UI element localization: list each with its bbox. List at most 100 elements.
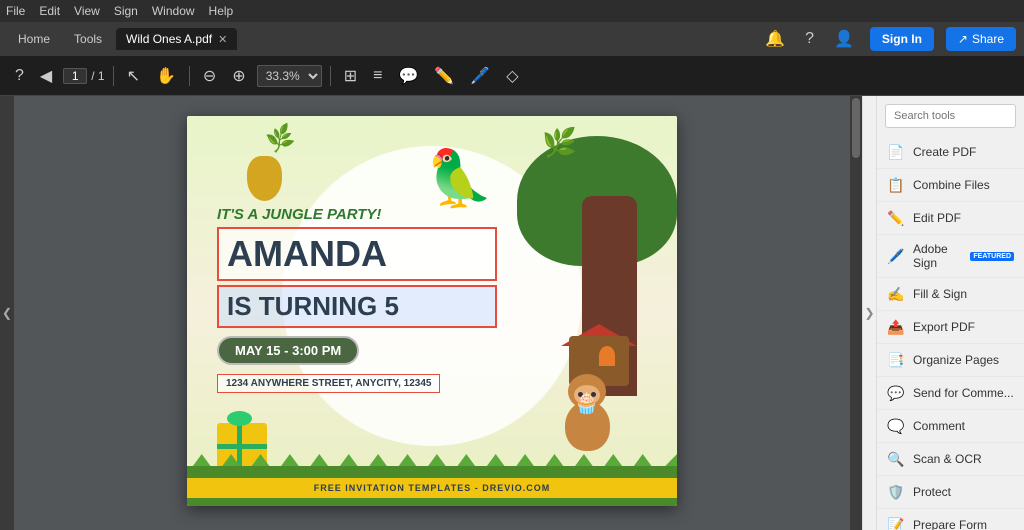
account-icon[interactable]: 👤 bbox=[830, 27, 858, 51]
tool-item-export-pdf[interactable]: 📤 Export PDF bbox=[877, 311, 1024, 344]
gift-ribbon-vertical bbox=[237, 423, 242, 468]
date-pill: MAY 15 - 3:00 PM bbox=[217, 336, 359, 365]
menu-window[interactable]: Window bbox=[152, 4, 195, 18]
menu-bar: File Edit View Sign Window Help bbox=[0, 0, 1024, 22]
scan-ocr-icon: 🔍 bbox=[887, 450, 905, 468]
protect-label: Protect bbox=[913, 485, 951, 499]
tool-item-combine-files[interactable]: 📋 Combine Files bbox=[877, 169, 1024, 202]
gift-ribbon-horizontal bbox=[217, 444, 267, 449]
combine-files-label: Combine Files bbox=[913, 178, 990, 192]
notification-icon[interactable]: 🔔 bbox=[761, 27, 789, 51]
comment-tool-icon: 🗨️ bbox=[887, 417, 905, 435]
bottom-banner-text: FREE INVITATION TEMPLATES - DREVIO.COM bbox=[314, 483, 551, 493]
address-box: 1234 ANYWHERE STREET, ANYCITY, 12345 bbox=[217, 374, 440, 393]
right-arrow-icon: ❯ bbox=[864, 306, 874, 320]
gift-bow bbox=[227, 411, 252, 426]
right-panel-toggle[interactable]: ❯ bbox=[862, 96, 876, 530]
help-toolbar-icon[interactable]: ? bbox=[10, 64, 29, 88]
invitation-background: 🌿 🌿 🦜 bbox=[187, 116, 677, 506]
tab-close-icon[interactable]: ✕ bbox=[218, 33, 227, 46]
adobe-sign-label: Adobe Sign bbox=[913, 242, 962, 270]
view-mode-icon[interactable]: ⊞ bbox=[339, 63, 362, 89]
create-pdf-label: Create PDF bbox=[913, 145, 976, 159]
left-arrow-icon: ❮ bbox=[2, 306, 12, 320]
menu-sign[interactable]: Sign bbox=[114, 4, 138, 18]
right-panel: 📄 Create PDF 📋 Combine Files ✏️ Edit PDF… bbox=[876, 96, 1024, 530]
search-tools-input[interactable] bbox=[885, 104, 1016, 128]
prepare-form-icon: 📝 bbox=[887, 516, 905, 530]
protect-icon: 🛡️ bbox=[887, 483, 905, 501]
toolbar-separator-3 bbox=[330, 66, 331, 86]
highlight-icon[interactable]: 🖊️ bbox=[465, 63, 495, 89]
tool-item-protect[interactable]: 🛡️ Protect bbox=[877, 476, 1024, 509]
tool-item-adobe-sign[interactable]: 🖊️ Adobe Sign FEATURED bbox=[877, 235, 1024, 278]
left-panel-toggle[interactable]: ❮ bbox=[0, 96, 14, 530]
invite-text-block: IT'S A JUNGLE PARTY! AMANDA IS TURNING 5… bbox=[217, 206, 497, 393]
pdf-viewer-area[interactable]: 🌿 🌿 🦜 bbox=[14, 96, 850, 530]
scrolling-mode-icon[interactable]: ≡ bbox=[368, 64, 387, 88]
share-icon: ↗ bbox=[958, 32, 968, 46]
menu-edit[interactable]: Edit bbox=[39, 4, 60, 18]
tool-item-comment[interactable]: 🗨️ Comment bbox=[877, 410, 1024, 443]
organize-pages-label: Organize Pages bbox=[913, 353, 999, 367]
menu-help[interactable]: Help bbox=[209, 4, 234, 18]
help-icon[interactable]: ? bbox=[801, 28, 818, 50]
scrollbar-thumb[interactable] bbox=[852, 98, 860, 158]
turning-box: IS TURNING 5 bbox=[217, 285, 497, 328]
send-comment-icon: 💬 bbox=[887, 384, 905, 402]
tab-home[interactable]: Home bbox=[8, 28, 60, 50]
tab-bar: Home Tools Wild Ones A.pdf ✕ 🔔 ? 👤 Sign … bbox=[0, 22, 1024, 56]
tool-item-fill-sign[interactable]: ✍️ Fill & Sign bbox=[877, 278, 1024, 311]
tool-item-send-comment[interactable]: 💬 Send for Comme... bbox=[877, 377, 1024, 410]
fill-sign-label: Fill & Sign bbox=[913, 287, 967, 301]
pdf-document: 🌿 🌿 🦜 bbox=[187, 116, 677, 506]
page-navigation: / 1 bbox=[63, 68, 104, 84]
menu-view[interactable]: View bbox=[74, 4, 100, 18]
select-tool-icon[interactable]: ↖ bbox=[122, 63, 145, 89]
featured-badge: FEATURED bbox=[970, 252, 1014, 261]
adobe-sign-icon: 🖊️ bbox=[887, 247, 905, 265]
combine-files-icon: 📋 bbox=[887, 176, 905, 194]
draw-icon[interactable]: ✏️ bbox=[429, 63, 459, 89]
beehive bbox=[247, 156, 282, 201]
navigate-back-icon[interactable]: ◀ bbox=[35, 63, 57, 89]
share-label: Share bbox=[972, 32, 1004, 46]
create-pdf-icon: 📄 bbox=[887, 143, 905, 161]
page-number-input[interactable] bbox=[63, 68, 87, 84]
tab-active-document[interactable]: Wild Ones A.pdf ✕ bbox=[116, 28, 237, 50]
tool-item-prepare-form[interactable]: 📝 Prepare Form bbox=[877, 509, 1024, 530]
share-button[interactable]: ↗ Share bbox=[946, 27, 1016, 51]
pdf-scrollbar[interactable] bbox=[850, 96, 862, 530]
leaf-decoration-left: 🌿 bbox=[263, 122, 298, 156]
tab-tools[interactable]: Tools bbox=[64, 28, 112, 50]
leaf-decoration-right: 🌿 bbox=[542, 126, 577, 159]
zoom-select[interactable]: 33.3% bbox=[257, 65, 322, 87]
export-pdf-label: Export PDF bbox=[913, 320, 975, 334]
zoom-in-icon[interactable]: ⊕ bbox=[227, 63, 250, 89]
name-box: AMANDA bbox=[217, 227, 497, 281]
send-comment-label: Send for Comme... bbox=[913, 386, 1014, 400]
turning-text: IS TURNING 5 bbox=[227, 291, 487, 322]
tool-item-create-pdf[interactable]: 📄 Create PDF bbox=[877, 136, 1024, 169]
menu-file[interactable]: File bbox=[6, 4, 25, 18]
bottom-banner: FREE INVITATION TEMPLATES - DREVIO.COM bbox=[187, 478, 677, 498]
tool-item-scan-ocr[interactable]: 🔍 Scan & OCR bbox=[877, 443, 1024, 476]
tree-house-window bbox=[599, 346, 615, 366]
cupcake: 🧁 bbox=[574, 391, 599, 416]
address-text: 1234 ANYWHERE STREET, ANYCITY, 12345 bbox=[226, 378, 431, 389]
organize-pages-icon: 📑 bbox=[887, 351, 905, 369]
scan-ocr-label: Scan & OCR bbox=[913, 452, 982, 466]
tab-document-label: Wild Ones A.pdf bbox=[126, 32, 212, 46]
zoom-out-icon[interactable]: ⊖ bbox=[198, 63, 221, 89]
edit-pdf-icon: ✏️ bbox=[887, 209, 905, 227]
fill-sign-icon: ✍️ bbox=[887, 285, 905, 303]
pterodactyl-bird: 🦜 bbox=[425, 146, 493, 211]
pan-tool-icon[interactable]: ✋ bbox=[151, 63, 181, 89]
tool-item-organize-pages[interactable]: 📑 Organize Pages bbox=[877, 344, 1024, 377]
stamp-icon[interactable]: ◇ bbox=[501, 63, 523, 89]
tab-bar-right: 🔔 ? 👤 Sign In ↗ Share bbox=[761, 27, 1016, 51]
tool-item-edit-pdf[interactable]: ✏️ Edit PDF bbox=[877, 202, 1024, 235]
comment-icon[interactable]: 💬 bbox=[393, 63, 423, 89]
toolbar-separator-1 bbox=[113, 66, 114, 86]
signin-button[interactable]: Sign In bbox=[870, 27, 934, 51]
